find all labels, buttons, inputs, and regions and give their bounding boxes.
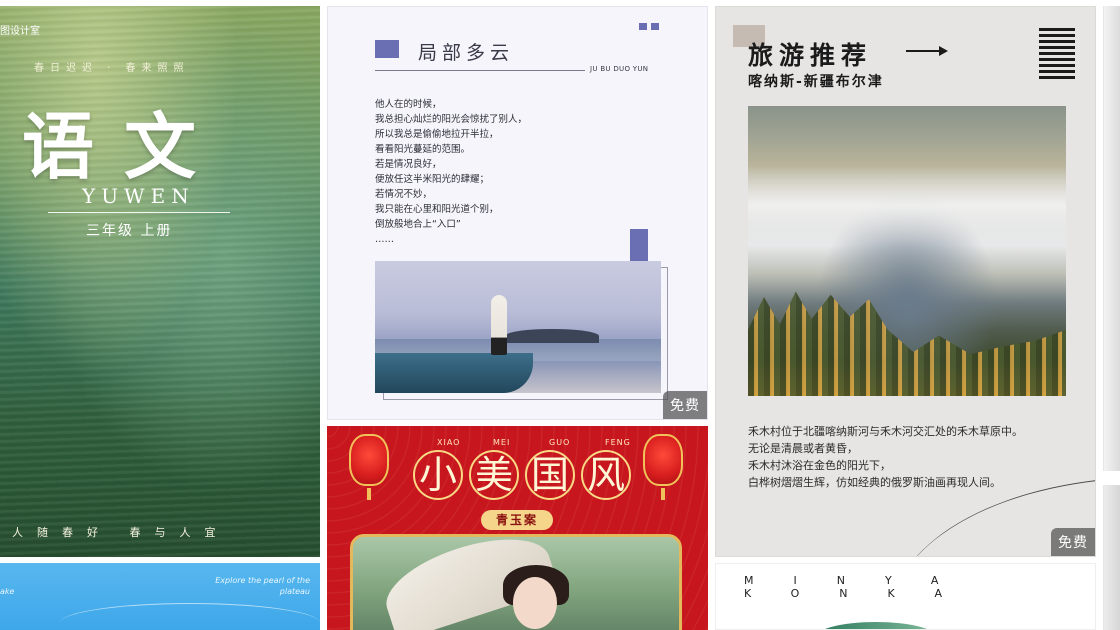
face [513, 577, 557, 629]
template-card-blue[interactable]: ake Explore the pearl of the plateau [0, 563, 320, 630]
title-square-icon [375, 40, 399, 58]
poem-line: 我只能在心里和阳光道个别， [375, 204, 499, 215]
poem-line: …… [375, 234, 394, 245]
title-pinyin: MEI [493, 438, 511, 447]
title-pinyin: FENG [605, 438, 631, 447]
title-char: 小 [418, 453, 457, 497]
hill-graphic [816, 622, 936, 629]
poem-text: 他人在的时候， 我总担心灿烂的阳光会惊扰了别人， 所以我总是偷偷地拉开半拉， 看… [375, 97, 527, 247]
title-pinyin: XIAO [437, 438, 461, 447]
trees [748, 291, 1066, 396]
card-subtitle: 喀纳斯-新疆布尔津 [748, 74, 884, 90]
title-char: 风 [586, 453, 625, 497]
boat [375, 353, 533, 393]
poem-line: 所以我总是偷偷地拉开半拉， [375, 129, 499, 140]
template-card-partial[interactable] [1103, 6, 1120, 471]
divider [48, 212, 230, 213]
decor-dot [651, 23, 659, 30]
card-title: 旅游推荐 [748, 41, 873, 70]
poem-line: 便放任这半米阳光的肆耀； [375, 174, 490, 185]
title-pinyin: GUO [549, 438, 571, 447]
card-pinyin: YUWEN [82, 184, 195, 208]
desc-line: 无论是清晨或者黄昏， [748, 442, 858, 455]
poem-line: 看看阳光蔓延的范围。 [375, 144, 471, 155]
free-badge: 免费 [663, 391, 707, 419]
template-card-travel[interactable]: 旅游推荐 喀纳斯-新疆布尔津 禾木村位于北疆喀纳斯河与禾木河交汇处的禾木草原中。… [715, 6, 1096, 557]
stripes-icon [1039, 28, 1075, 80]
desc-line: 禾木村沐浴在金色的阳光下， [748, 459, 891, 472]
wave-decoration [60, 603, 320, 630]
fog [748, 166, 1066, 246]
desc-line: 白桦树熠熠生辉，仿如经典的俄罗斯油画再现人间。 [748, 476, 1001, 489]
card-description: 禾木村位于北疆喀纳斯河与禾木河交汇处的禾木草原中。 无论是清晨或者黄昏， 禾木村… [748, 423, 1023, 491]
card-title: 语文 [22, 104, 227, 189]
desc-line: 禾木村位于北疆喀纳斯河与禾木河交汇处的禾木草原中。 [748, 425, 1023, 438]
card-pinyin: JU BU DUO YUN [590, 65, 649, 73]
lantern-icon [643, 434, 683, 500]
template-card-yuwen[interactable]: 图设计室 春日迟迟 · 春来照照 语文 YUWEN 三年级 上册 人随春好 春与… [0, 6, 320, 557]
template-card-partial[interactable] [1103, 485, 1120, 630]
arrow-right-icon [906, 46, 948, 56]
template-card-guofeng[interactable]: XIAO MEI GUO FENG 小 美 国 风 青玉案 [327, 426, 708, 630]
free-badge: 免费 [1051, 528, 1095, 556]
hanfu-photo [350, 534, 682, 630]
footer-slogan: 人随春好 春与人宜 [12, 526, 230, 539]
template-card-minya[interactable]: MINYA KONKA [715, 563, 1096, 630]
card-title: MINYA KONKA [744, 574, 983, 600]
card-text-left: ake [0, 587, 15, 596]
title-char: 美 [474, 453, 513, 497]
poem-line: 倒放般地合上“入口” [375, 219, 461, 230]
grade-label: 三年级 上册 [86, 223, 173, 239]
island [505, 329, 599, 343]
poem-line: 若情况不妙， [375, 189, 433, 200]
studio-label: 图设计室 [0, 26, 40, 37]
card-text-right: Explore the pearl of the plateau [215, 576, 310, 596]
subtitle-pill: 青玉案 [481, 510, 553, 530]
dancer-figure [491, 295, 507, 355]
poem-line: 春日迟迟 · 春来照照 [34, 63, 190, 74]
poem-line: 我总担心灿烂的阳光会惊扰了别人， [375, 114, 528, 125]
landscape-photo [748, 106, 1066, 396]
divider [375, 70, 585, 71]
poem-line: 他人在的时候， [375, 99, 442, 110]
title-char: 国 [530, 453, 569, 497]
card-title: 局部多云 [418, 42, 515, 64]
decor-dot [639, 23, 647, 30]
poem-line: 若是情况良好， [375, 159, 442, 170]
seaside-photo [375, 261, 661, 393]
template-card-cloudy[interactable]: 局部多云 JU BU DUO YUN 他人在的时候， 我总担心灿烂的阳光会惊扰了… [327, 6, 708, 420]
lantern-icon [349, 434, 389, 500]
